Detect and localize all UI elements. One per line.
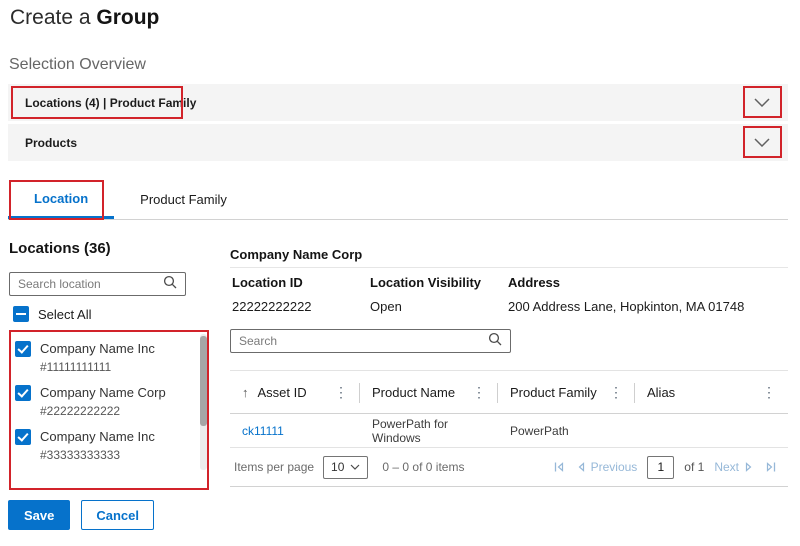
asset-search: [230, 329, 511, 353]
list-item[interactable]: Company Name Inc #11111111111: [15, 341, 195, 374]
alias-cell: [635, 414, 788, 447]
location-id: #11111111111: [40, 360, 155, 374]
location-id: #22222222222: [40, 404, 166, 418]
cancel-button[interactable]: Cancel: [81, 500, 154, 530]
scrollbar[interactable]: [200, 334, 207, 470]
location-details: Location ID 22222222222 Location Visibil…: [232, 275, 788, 314]
location-name: Company Name Inc: [40, 429, 155, 444]
location-checkbox[interactable]: [15, 341, 31, 357]
tab-bar: Location Product Family: [8, 180, 788, 220]
company-heading: Company Name Corp: [230, 247, 362, 262]
kebab-menu-icon[interactable]: ⋮: [607, 384, 625, 401]
locations-count-heading: Locations (36): [9, 240, 111, 257]
chevron-down-icon[interactable]: [754, 98, 770, 107]
page-title-prefix: Create a: [10, 6, 96, 29]
last-page-icon: [764, 460, 778, 474]
kebab-menu-icon[interactable]: ⋮: [760, 384, 778, 401]
search-icon[interactable]: [163, 275, 177, 294]
column-label: Alias: [647, 385, 760, 400]
field-label: Location Visibility: [370, 275, 508, 290]
items-per-page-label: Items per page: [234, 460, 314, 474]
next-page-button[interactable]: Next: [714, 460, 754, 474]
kebab-menu-icon[interactable]: ⋮: [470, 384, 488, 401]
location-name: Company Name Corp: [40, 385, 166, 400]
sort-ascending-icon[interactable]: ↑: [242, 385, 249, 400]
first-page-button[interactable]: [552, 460, 566, 474]
select-all-label: Select All: [38, 307, 91, 322]
column-header-alias[interactable]: Alias ⋮: [635, 371, 788, 413]
list-item[interactable]: Company Name Corp #22222222222: [15, 385, 195, 418]
location-search: [9, 272, 186, 296]
table-header: ↑ Asset ID ⋮ Product Name ⋮ Product Fami…: [230, 370, 788, 414]
location-checkbox[interactable]: [15, 385, 31, 401]
column-label: Asset ID: [258, 385, 333, 400]
items-per-page-select[interactable]: 10: [323, 456, 368, 479]
pagination-bar: Items per page 10 0 – 0 of 0 items Previ…: [230, 448, 788, 487]
kebab-menu-icon[interactable]: ⋮: [332, 384, 350, 401]
field-value: 200 Address Lane, Hopkinton, MA 01748: [508, 299, 788, 314]
field-value: 22222222222: [232, 299, 370, 314]
product-name-cell: PowerPath for Windows: [360, 414, 498, 447]
last-page-button[interactable]: [764, 460, 778, 474]
accordion-products-label: Products: [25, 136, 77, 150]
page-title-emphasis: Group: [96, 6, 159, 29]
location-list: Company Name Inc #11111111111 Company Na…: [15, 341, 195, 473]
scrollbar-thumb[interactable]: [200, 336, 207, 426]
divider: [230, 267, 788, 268]
column-header-asset-id[interactable]: ↑ Asset ID ⋮: [230, 371, 360, 413]
table-row: ck11111 PowerPath for Windows PowerPath: [230, 414, 788, 448]
location-search-input[interactable]: [18, 277, 163, 291]
select-all-row[interactable]: Select All: [13, 306, 91, 322]
section-title: Selection Overview: [9, 56, 146, 74]
location-name: Company Name Inc: [40, 341, 155, 356]
column-label: Product Family: [510, 385, 607, 400]
items-per-page-value: 10: [331, 460, 344, 474]
save-button[interactable]: Save: [8, 500, 70, 530]
previous-label: Previous: [591, 460, 638, 474]
list-item[interactable]: Company Name Inc #33333333333: [15, 429, 195, 462]
column-header-product-family[interactable]: Product Family ⋮: [498, 371, 635, 413]
chevron-left-icon: [576, 460, 586, 474]
search-icon[interactable]: [488, 332, 502, 351]
select-all-checkbox[interactable]: [13, 306, 29, 322]
location-checkbox[interactable]: [15, 429, 31, 445]
field-value: Open: [370, 299, 508, 314]
column-label: Product Name: [372, 385, 470, 400]
tab-location[interactable]: Location: [8, 180, 114, 219]
footer-buttons: Save Cancel: [8, 500, 154, 530]
items-range-text: 0 – 0 of 0 items: [382, 460, 464, 474]
page-title: Create a Group: [10, 6, 159, 30]
product-family-cell: PowerPath: [498, 414, 635, 447]
accordion-locations-label: Locations (4) | Product Family: [25, 96, 196, 110]
assets-table: ↑ Asset ID ⋮ Product Name ⋮ Product Fami…: [230, 370, 788, 487]
column-header-product-name[interactable]: Product Name ⋮: [360, 371, 498, 413]
accordion-locations-product-family[interactable]: Locations (4) | Product Family: [8, 84, 788, 121]
pager-controls: Previous of 1 Next: [552, 456, 778, 479]
create-group-page: Create a Group Selection Overview Locati…: [0, 0, 800, 546]
tab-product-family[interactable]: Product Family: [114, 180, 253, 219]
asset-search-input[interactable]: [239, 334, 488, 348]
accordion-products[interactable]: Products: [8, 124, 788, 161]
next-label: Next: [714, 460, 739, 474]
field-label: Location ID: [232, 275, 370, 290]
first-page-icon: [552, 460, 566, 474]
field-label: Address: [508, 275, 788, 290]
page-number-input[interactable]: [647, 456, 674, 479]
page-count-label: of 1: [684, 460, 704, 474]
asset-id-link[interactable]: ck11111: [242, 424, 284, 438]
previous-page-button[interactable]: Previous: [576, 460, 638, 474]
chevron-right-icon: [744, 460, 754, 474]
chevron-down-icon[interactable]: [754, 138, 770, 147]
location-id: #33333333333: [40, 448, 155, 462]
chevron-down-icon: [350, 464, 360, 470]
